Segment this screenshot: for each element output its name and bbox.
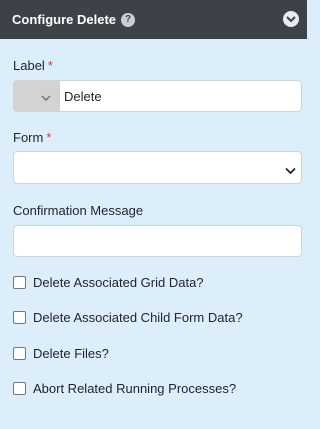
delete-files-checkbox[interactable] [13,347,26,360]
required-mark: * [46,130,52,145]
chevron-down-icon [41,89,51,104]
form-field-text: Form [13,130,44,145]
checkbox-row[interactable]: Delete Associated Child Form Data? [13,310,243,325]
checkbox-label: Delete Associated Child Form Data? [33,310,243,325]
label-input[interactable] [60,81,301,111]
checkbox-row[interactable]: Abort Related Running Processes? [13,381,236,396]
checkbox-label: Delete Associated Grid Data? [33,275,204,290]
label-input-group [13,80,302,112]
confirmation-message-label: Confirmation Message [13,203,144,218]
checkbox-row[interactable]: Delete Associated Grid Data? [13,275,204,290]
chevron-down-icon[interactable] [283,11,299,27]
form-select[interactable] [13,151,302,184]
label-field-label: Label * [13,58,53,73]
panel-header: Configure Delete ? [0,0,307,39]
language-dropdown-button[interactable] [14,81,60,111]
label-field-text: Label [13,58,45,73]
delete-child-form-data-checkbox[interactable] [13,311,26,324]
checkbox-row[interactable]: Delete Files? [13,346,109,361]
form-field-label: Form * [13,130,51,145]
checkbox-label: Abort Related Running Processes? [33,381,237,396]
checkbox-label: Delete Files? [33,346,109,361]
panel-title: Configure Delete [12,12,117,27]
delete-grid-data-checkbox[interactable] [13,276,26,289]
chevron-down-icon [285,163,296,178]
required-mark: * [47,58,53,73]
abort-processes-checkbox[interactable] [13,382,26,395]
help-icon[interactable]: ? [121,12,136,27]
confirmation-message-input[interactable] [13,225,302,257]
